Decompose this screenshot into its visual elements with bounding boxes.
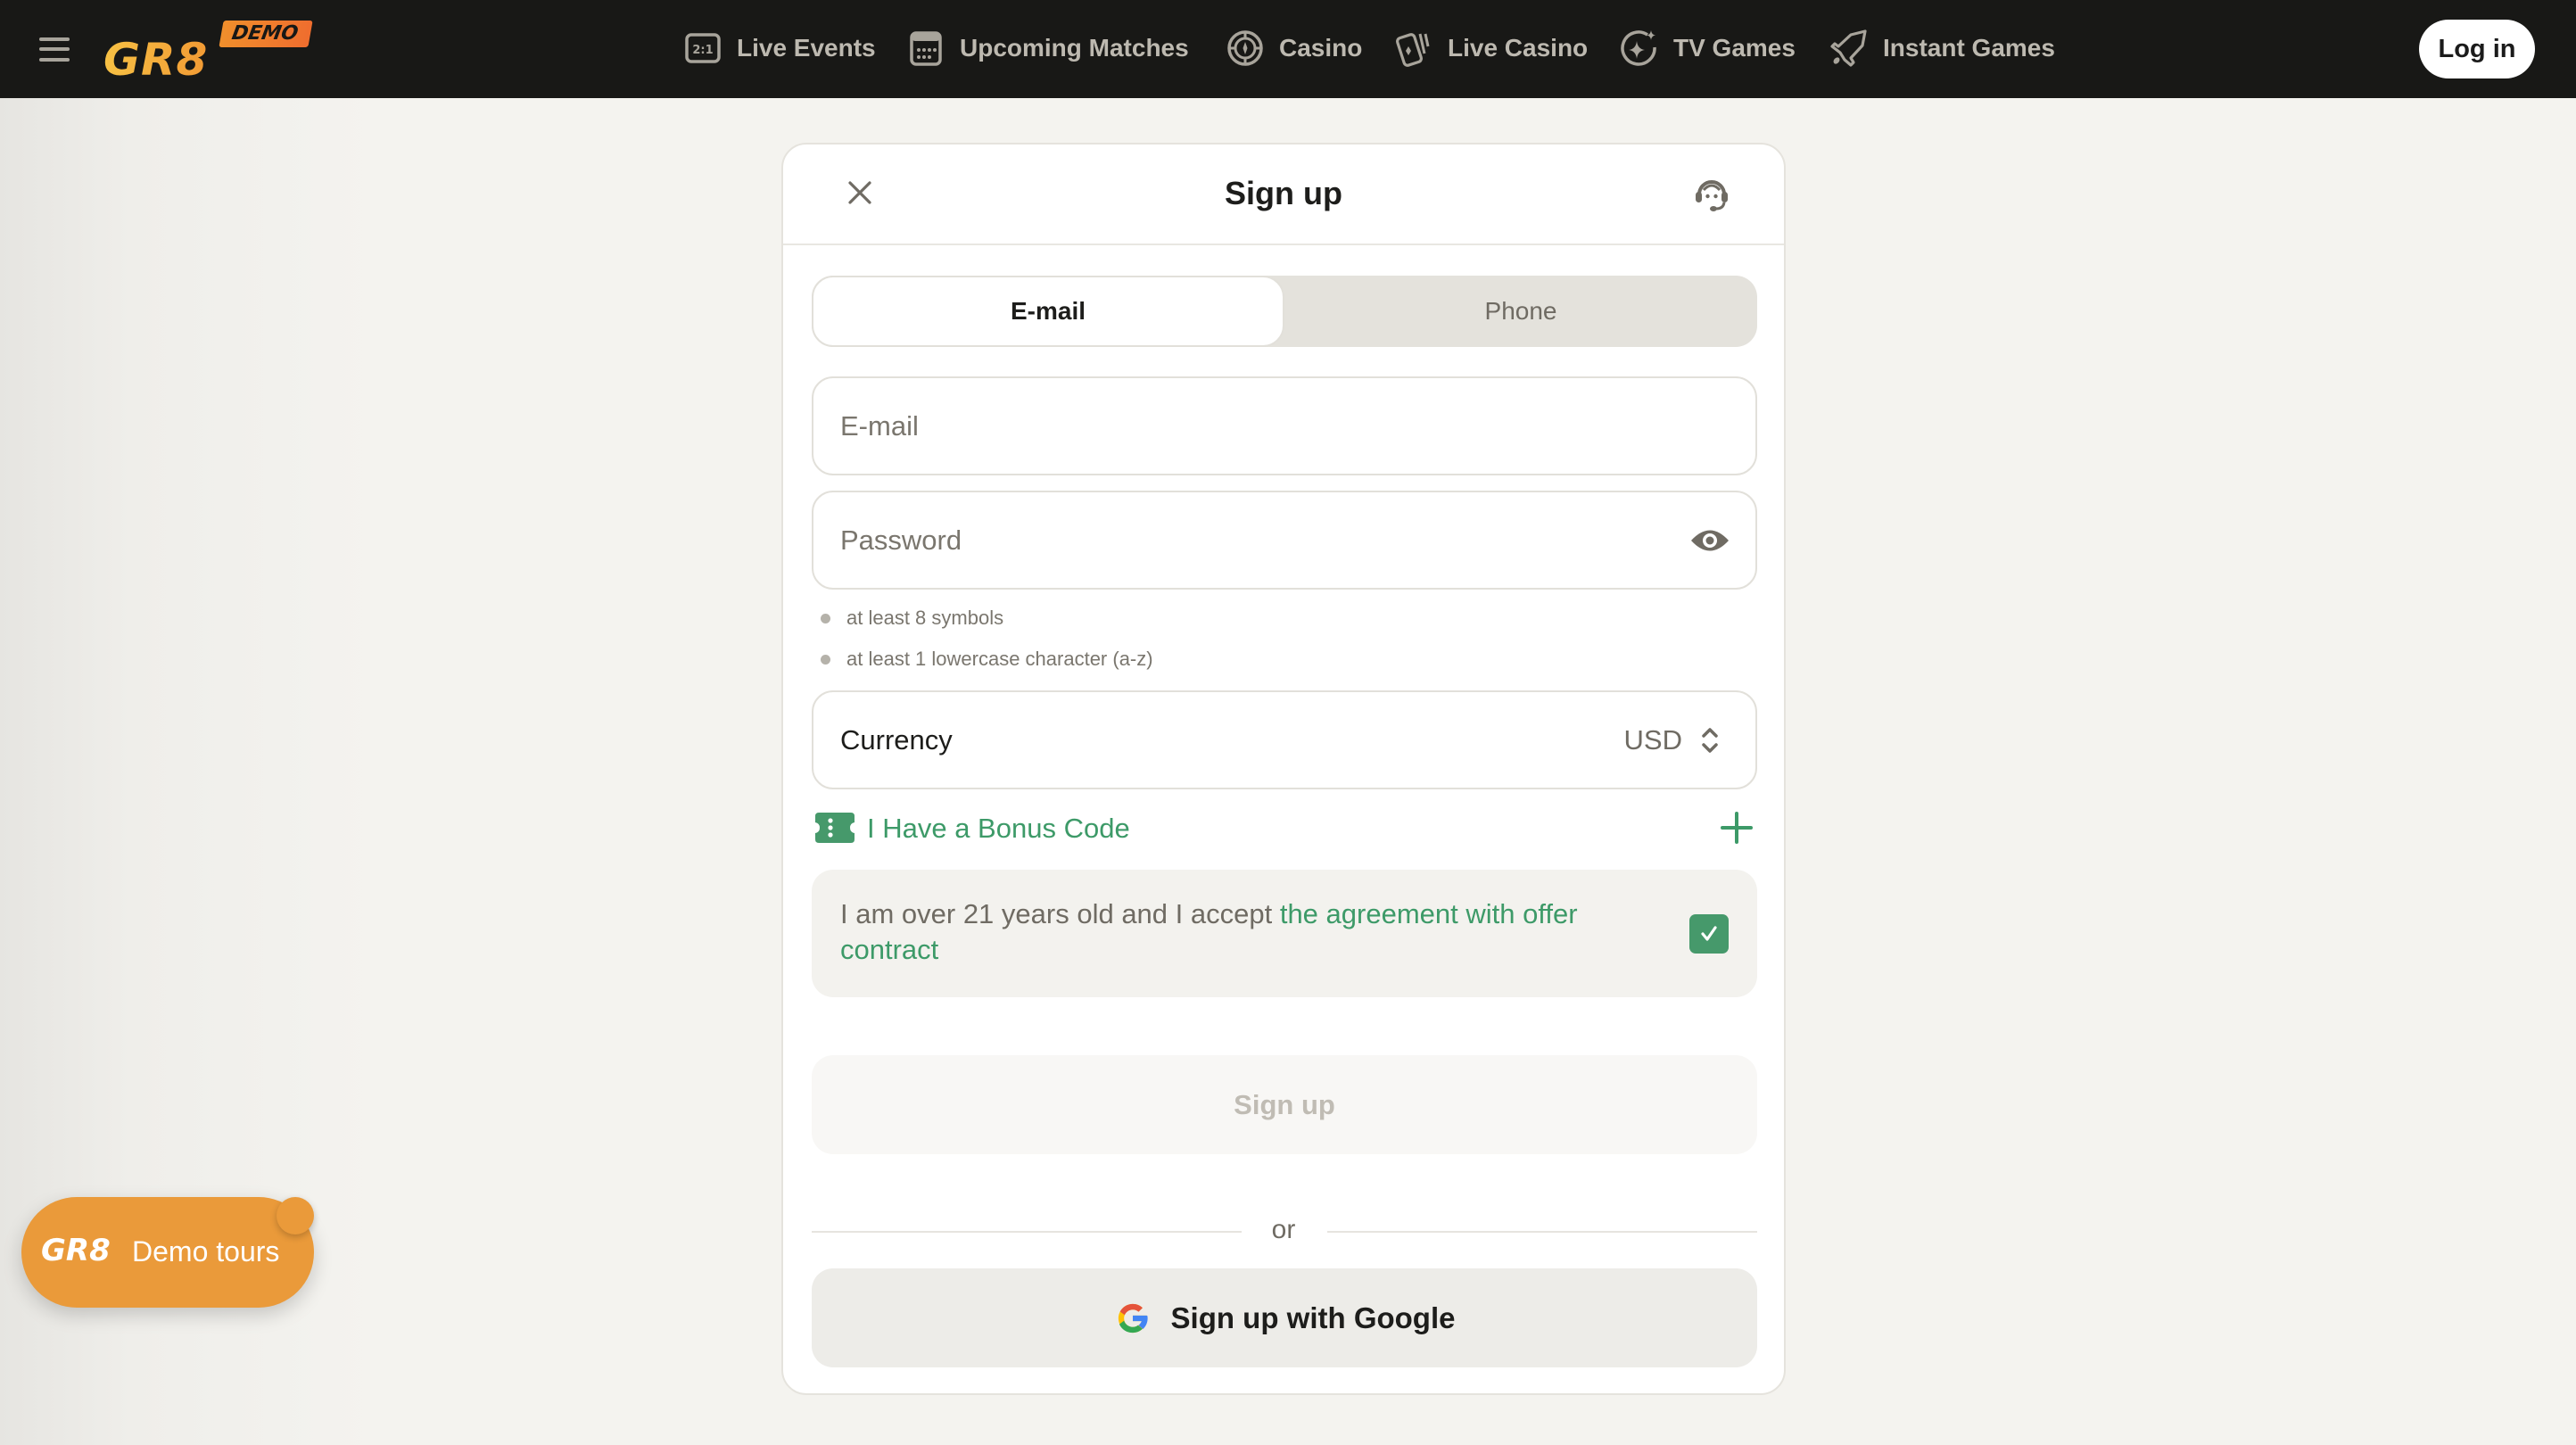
nav-label: Casino bbox=[1279, 34, 1363, 62]
password-hint: at least 1 lowercase character (a-z) bbox=[821, 648, 1153, 671]
chevron-updown-icon bbox=[1700, 724, 1720, 756]
headset-support-icon[interactable] bbox=[1689, 171, 1734, 216]
nav-label: Live Casino bbox=[1448, 34, 1589, 62]
currency-select[interactable]: Currency USD bbox=[812, 690, 1757, 789]
modal-title: Sign up bbox=[1225, 175, 1342, 211]
plus-icon[interactable] bbox=[1720, 811, 1754, 845]
nav-instant-games[interactable]: Instant Games bbox=[1829, 29, 2055, 68]
currency-value: USD bbox=[1623, 724, 1682, 756]
nav-upcoming-matches[interactable]: Upcoming Matches bbox=[906, 29, 1189, 68]
ticket-icon bbox=[815, 813, 855, 843]
tab-email[interactable]: E-mail bbox=[812, 276, 1284, 347]
agreement-text: I am over 21 years old and I accept the … bbox=[840, 896, 1643, 968]
hint-text: at least 8 symbols bbox=[846, 607, 1004, 629]
currency-label: Currency bbox=[840, 724, 953, 756]
bullet-icon bbox=[821, 613, 830, 623]
rocket-icon bbox=[1829, 29, 1869, 68]
bonus-code-label: I Have a Bonus Code bbox=[867, 813, 1130, 844]
google-signup-button[interactable]: Sign up with Google bbox=[812, 1268, 1757, 1367]
email-input[interactable] bbox=[840, 378, 1679, 474]
hamburger-menu-icon[interactable] bbox=[37, 34, 73, 64]
nav-live-casino[interactable]: Live Casino bbox=[1394, 29, 1588, 68]
password-hint: at least 8 symbols bbox=[821, 607, 1003, 630]
nav-casino[interactable]: Casino bbox=[1226, 29, 1362, 68]
sparkle-circle-icon bbox=[1620, 29, 1659, 68]
signup-method-tabs: E-mail Phone bbox=[812, 276, 1757, 347]
or-divider-label: or bbox=[1271, 1215, 1296, 1244]
nav-label: Live Events bbox=[737, 34, 876, 62]
checkmark-icon bbox=[1701, 926, 1717, 941]
bullet-icon bbox=[821, 654, 830, 665]
nav-label: TV Games bbox=[1673, 34, 1796, 62]
demo-tours-button[interactable]: GR8 Demo tours bbox=[21, 1197, 314, 1308]
password-field bbox=[812, 491, 1757, 590]
casino-chip-icon bbox=[1226, 29, 1265, 68]
tab-phone[interactable]: Phone bbox=[1284, 276, 1757, 347]
hint-text: at least 1 lowercase character (a-z) bbox=[846, 648, 1153, 670]
agreement-box: I am over 21 years old and I accept the … bbox=[812, 870, 1757, 997]
google-icon bbox=[1114, 1300, 1152, 1337]
eye-icon[interactable] bbox=[1689, 523, 1730, 558]
signup-modal: Sign up E-mail Phone at least 8 symbols … bbox=[781, 143, 1786, 1395]
scoreboard-icon: 2:1 bbox=[683, 29, 722, 68]
svg-text:2:1: 2:1 bbox=[692, 44, 713, 57]
divider-line bbox=[1327, 1231, 1757, 1233]
bonus-code-toggle[interactable]: I Have a Bonus Code bbox=[812, 807, 1757, 848]
nav-live-events[interactable]: 2:1 Live Events bbox=[683, 29, 876, 68]
modal-header: Sign up bbox=[783, 144, 1784, 245]
agreement-statement: I am over 21 years old and I accept bbox=[840, 898, 1280, 929]
google-signup-label: Sign up with Google bbox=[1170, 1300, 1456, 1334]
nav-tv-games[interactable]: TV Games bbox=[1620, 29, 1796, 68]
demo-tours-notification-dot[interactable] bbox=[277, 1197, 314, 1234]
demo-badge: DEMO bbox=[219, 21, 313, 47]
signup-submit-button[interactable]: Sign up bbox=[812, 1055, 1757, 1154]
nav-label: Instant Games bbox=[1883, 34, 2055, 62]
gr8-logo[interactable]: GR8 DEMO bbox=[103, 18, 318, 86]
demo-tours-logo: GR8 bbox=[41, 1233, 111, 1268]
playing-cards-icon bbox=[1394, 29, 1433, 68]
email-field bbox=[812, 376, 1757, 475]
demo-tours-label: Demo tours bbox=[132, 1235, 280, 1267]
logo-text: GR8 bbox=[103, 34, 209, 86]
top-navigation-bar: GR8 DEMO 2:1 Live Events Upcoming Matche… bbox=[0, 0, 2576, 98]
password-input[interactable] bbox=[840, 492, 1679, 588]
calendar-icon bbox=[906, 29, 945, 68]
agreement-checkbox[interactable] bbox=[1689, 914, 1729, 954]
login-button[interactable]: Log in bbox=[2419, 20, 2535, 78]
nav-label: Upcoming Matches bbox=[960, 34, 1189, 62]
